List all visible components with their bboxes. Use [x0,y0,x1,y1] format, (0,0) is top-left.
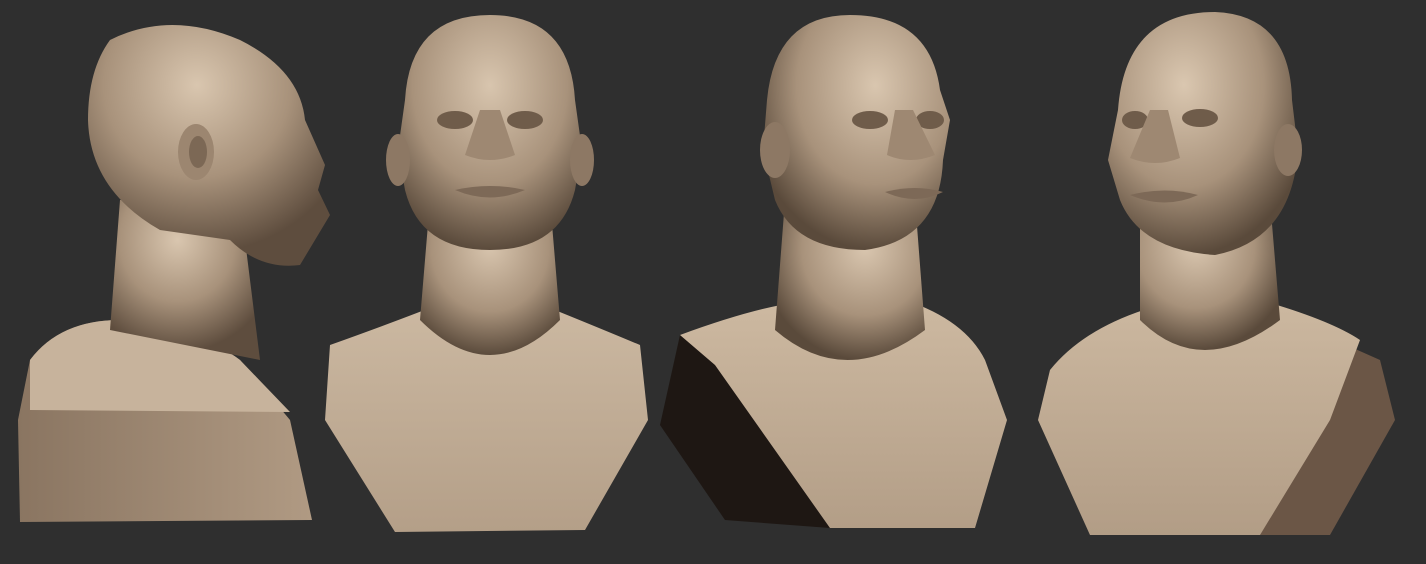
bust-three-quarter-right-view [660,15,1007,528]
left-eye [852,111,888,129]
right-ear [570,134,594,186]
left-eye [437,111,473,129]
bust-profile-view [18,25,330,522]
ear [760,122,790,178]
render-canvas [0,0,1426,564]
right-eye [507,111,543,129]
ear-inner [189,136,207,168]
bust-front-view [325,15,648,532]
ear [1274,124,1302,176]
right-eye [1182,109,1218,127]
bust-three-quarter-left-view [1038,12,1395,535]
head [1108,12,1298,255]
left-ear [386,134,410,186]
